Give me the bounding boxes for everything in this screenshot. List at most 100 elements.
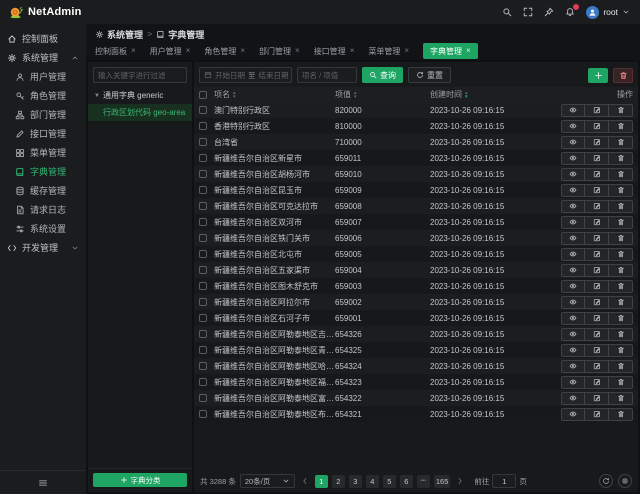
delete-button[interactable] <box>609 168 633 181</box>
tab[interactable]: 角色管理 × <box>204 46 245 57</box>
row-checkbox[interactable] <box>199 138 207 146</box>
tab[interactable]: 菜单管理 × <box>368 46 409 57</box>
edit-button[interactable] <box>585 360 609 373</box>
edit-button[interactable] <box>585 328 609 341</box>
edit-button[interactable] <box>585 392 609 405</box>
row-checkbox[interactable] <box>199 106 207 114</box>
sidebar-submenu-item[interactable]: 部门管理 <box>0 105 86 124</box>
view-button[interactable] <box>561 312 585 325</box>
breadcrumb-item-dict[interactable]: 字典管理 <box>156 28 204 41</box>
view-button[interactable] <box>561 280 585 293</box>
notification-bell-icon[interactable] <box>565 7 575 17</box>
delete-button[interactable] <box>609 328 633 341</box>
tab[interactable]: 用户管理 × <box>150 46 191 57</box>
tab[interactable]: 控制面板 × <box>95 46 136 57</box>
tab-close-icon[interactable]: × <box>350 47 355 55</box>
view-button[interactable] <box>561 216 585 229</box>
search-button[interactable]: 查询 <box>362 67 403 83</box>
sidebar-item-dashboard[interactable]: 控制面板 <box>0 29 86 48</box>
row-checkbox[interactable] <box>199 250 207 258</box>
delete-button[interactable] <box>609 392 633 405</box>
row-checkbox[interactable] <box>199 266 207 274</box>
view-button[interactable] <box>561 328 585 341</box>
edit-button[interactable] <box>585 168 609 181</box>
row-checkbox[interactable] <box>199 218 207 226</box>
row-checkbox[interactable] <box>199 202 207 210</box>
edit-button[interactable] <box>585 344 609 357</box>
view-button[interactable] <box>561 408 585 421</box>
page-number-button[interactable]: 2 <box>332 475 345 488</box>
row-checkbox[interactable] <box>199 122 207 130</box>
column-header-created[interactable]: 创建时间 ▲▼ <box>430 89 558 100</box>
delete-button[interactable] <box>609 312 633 325</box>
row-checkbox[interactable] <box>199 346 207 354</box>
row-checkbox[interactable] <box>199 394 207 402</box>
fullscreen-icon[interactable] <box>523 7 533 17</box>
add-category-button[interactable]: 字典分类 <box>93 473 187 487</box>
delete-button[interactable] <box>609 248 633 261</box>
delete-button[interactable] <box>609 136 633 149</box>
tab-close-icon[interactable]: × <box>295 47 300 55</box>
keyword-input[interactable] <box>297 67 357 83</box>
edit-button[interactable] <box>585 264 609 277</box>
delete-button[interactable] <box>609 264 633 277</box>
user-menu[interactable]: root <box>586 6 630 19</box>
caret-down-icon[interactable]: ▼ <box>94 93 100 99</box>
view-button[interactable] <box>561 184 585 197</box>
reset-button[interactable]: 重置 <box>408 67 451 83</box>
view-button[interactable] <box>561 264 585 277</box>
row-checkbox[interactable] <box>199 298 207 306</box>
page-number-button[interactable]: 1 <box>315 475 328 488</box>
view-button[interactable] <box>561 296 585 309</box>
row-checkbox[interactable] <box>199 170 207 178</box>
row-checkbox[interactable] <box>199 330 207 338</box>
delete-button[interactable] <box>609 184 633 197</box>
view-button[interactable] <box>561 200 585 213</box>
view-button[interactable] <box>561 136 585 149</box>
page-number-button[interactable]: 165 <box>434 475 451 488</box>
page-number-button[interactable]: 6 <box>400 475 413 488</box>
page-number-button[interactable]: 5 <box>383 475 396 488</box>
tree-filter-input[interactable] <box>93 67 187 83</box>
page-size-select[interactable]: 20条/页 <box>240 474 295 488</box>
edit-button[interactable] <box>585 296 609 309</box>
sidebar-item-system[interactable]: 系统管理 <box>0 48 86 67</box>
tab-close-icon[interactable]: × <box>240 47 245 55</box>
column-header-name[interactable]: 项名 ▲▼ <box>214 89 335 100</box>
edit-button[interactable] <box>585 232 609 245</box>
tab-close-icon[interactable]: × <box>466 47 471 55</box>
edit-button[interactable] <box>585 120 609 133</box>
tab[interactable]: 接口管理 × <box>314 46 355 57</box>
delete-button[interactable] <box>609 232 633 245</box>
edit-button[interactable] <box>585 216 609 229</box>
page-number-button[interactable]: ••• <box>417 475 430 488</box>
sidebar-submenu-item[interactable]: 用户管理 <box>0 67 86 86</box>
delete-button[interactable] <box>609 152 633 165</box>
breadcrumb-item-system[interactable]: 系统管理 <box>95 28 143 41</box>
view-button[interactable] <box>561 360 585 373</box>
row-checkbox[interactable] <box>199 154 207 162</box>
pin-icon[interactable] <box>544 7 554 17</box>
tree-item-generic[interactable]: ▼ 通用字典 generic <box>88 87 192 104</box>
edit-button[interactable] <box>585 136 609 149</box>
delete-button[interactable] <box>609 408 633 421</box>
page-number-button[interactable]: 3 <box>349 475 362 488</box>
delete-button[interactable] <box>609 120 633 133</box>
select-all-checkbox[interactable] <box>199 91 207 99</box>
table-refresh-button[interactable] <box>599 474 613 488</box>
sidebar-submenu-item[interactable]: 字典管理 <box>0 162 86 181</box>
tab-close-icon[interactable]: × <box>186 47 191 55</box>
view-button[interactable] <box>561 152 585 165</box>
delete-button[interactable] <box>609 280 633 293</box>
prev-page-button[interactable] <box>299 477 311 485</box>
search-icon[interactable] <box>502 7 512 17</box>
table-settings-button[interactable] <box>618 474 632 488</box>
view-button[interactable] <box>561 104 585 117</box>
delete-button[interactable] <box>609 104 633 117</box>
edit-button[interactable] <box>585 248 609 261</box>
delete-button[interactable] <box>609 216 633 229</box>
view-button[interactable] <box>561 344 585 357</box>
view-button[interactable] <box>561 120 585 133</box>
app-logo[interactable]: NetAdmin <box>8 6 82 19</box>
sidebar-submenu-item[interactable]: 角色管理 <box>0 86 86 105</box>
